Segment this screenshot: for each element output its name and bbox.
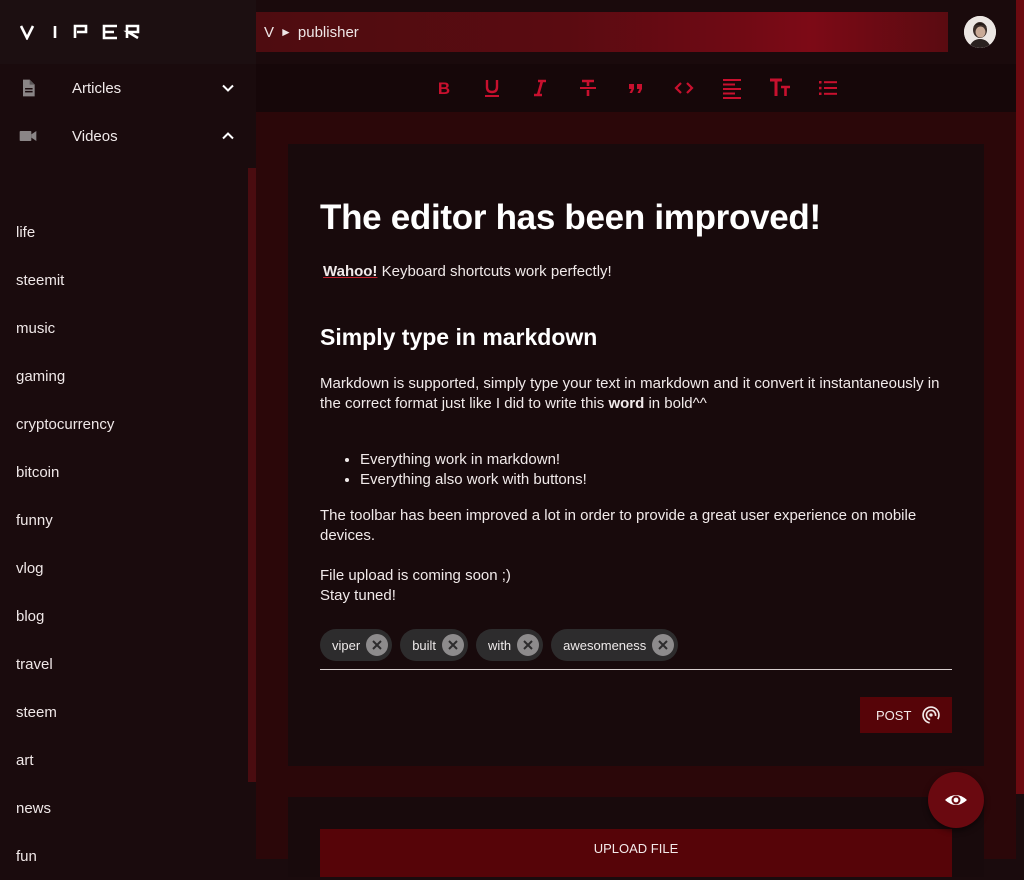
underline-button[interactable] — [480, 76, 504, 100]
sidebar-section-label: Articles — [72, 79, 122, 97]
editor-heading: Simply type in markdown — [320, 324, 598, 350]
editor-bullet-list: Everything work in markdown! Everything … — [320, 450, 587, 490]
text-size-icon — [770, 78, 790, 96]
svg-text:B: B — [438, 79, 450, 98]
code-icon — [674, 82, 694, 94]
list-icon — [819, 81, 837, 95]
paragraph-bold-word: word — [608, 395, 645, 412]
brand-logo — [20, 24, 140, 40]
upload-card: UPLOAD FILE — [288, 797, 984, 877]
format-toolbar: B — [256, 64, 1016, 112]
editor-paragraph: Markdown is supported, simply type your … — [320, 374, 952, 414]
sidebar-tag-item[interactable]: gaming — [0, 352, 248, 400]
underline-icon — [485, 80, 499, 97]
align-left-icon — [723, 79, 741, 99]
tag-input[interactable]: viper built with awesomeness — [320, 629, 952, 670]
remove-tag-icon[interactable] — [442, 634, 465, 656]
remove-tag-icon[interactable] — [652, 634, 675, 656]
bullet-item: Everything work in markdown! — [360, 450, 587, 470]
sidebar-tag-item[interactable]: cryptocurrency — [0, 400, 248, 448]
intro-bold-text: Wahoo! — [323, 263, 378, 280]
sidebar-section-label: Videos — [72, 127, 118, 145]
italic-icon — [534, 79, 546, 97]
tag-chip-label: with — [488, 637, 512, 653]
videocam-icon — [19, 131, 37, 141]
remove-tag-icon[interactable] — [517, 634, 540, 656]
sidebar-tag-item[interactable]: music — [0, 304, 248, 352]
sidebar-tag-item[interactable]: steem — [0, 688, 248, 736]
code-button[interactable] — [672, 76, 696, 100]
breadcrumb: V ► publisher — [256, 12, 948, 52]
upload-file-button[interactable]: UPLOAD FILE — [320, 829, 952, 877]
sidebar: Articles Videos life steemit music gamin… — [0, 64, 256, 865]
top-bar: V ► publisher — [256, 0, 1024, 64]
sidebar-tag-item[interactable]: bitcoin — [0, 448, 248, 496]
sidebar-tag-list: life steemit music gaming cryptocurrency… — [0, 208, 248, 880]
user-avatar-icon — [964, 16, 996, 48]
post-button[interactable]: POST — [860, 697, 952, 733]
sidebar-tag-item[interactable]: travel — [0, 640, 248, 688]
editor-paragraph: File upload is coming soon ;) — [320, 567, 511, 584]
bullet-item: Everything also work with buttons! — [360, 470, 587, 490]
breadcrumb-separator: ► — [280, 25, 292, 39]
breadcrumb-current: publisher — [297, 23, 359, 41]
strikethrough-button[interactable] — [576, 76, 600, 100]
bold-icon: B — [438, 79, 450, 98]
sidebar-tag-item[interactable]: art — [0, 736, 248, 784]
avatar[interactable] — [964, 16, 996, 48]
post-button-label: POST — [876, 707, 912, 723]
breadcrumb-root[interactable]: V — [264, 24, 274, 41]
sidebar-section-articles[interactable]: Articles — [0, 64, 256, 112]
tag-chip[interactable]: with — [476, 629, 544, 661]
sidebar-tag-item[interactable]: vlog — [0, 544, 248, 592]
sidebar-tag-item[interactable]: steemit — [0, 256, 248, 304]
editor-paragraph: The toolbar has been improved a lot in o… — [320, 507, 917, 544]
viper-logo-icon — [20, 24, 140, 40]
main-content: The editor has been improved! Wahoo! Key… — [256, 112, 1016, 877]
remove-tag-icon[interactable] — [366, 634, 389, 656]
preview-button[interactable] — [928, 772, 984, 828]
quote-icon — [629, 84, 642, 93]
brand[interactable] — [0, 0, 256, 64]
tag-chip[interactable]: awesomeness — [551, 629, 679, 661]
intro-text: Keyboard shortcuts work perfectly! — [377, 263, 612, 280]
sidebar-scrollbar[interactable] — [248, 168, 256, 782]
eye-icon — [945, 795, 967, 805]
bold-button[interactable]: B — [432, 76, 456, 100]
sidebar-tag-item[interactable]: fun — [0, 832, 248, 880]
chevron-up-icon[interactable] — [220, 128, 236, 144]
editor-card: The editor has been improved! Wahoo! Key… — [288, 144, 984, 766]
list-button[interactable] — [816, 76, 840, 100]
italic-button[interactable] — [528, 76, 552, 100]
editor-title: The editor has been improved! — [320, 198, 821, 237]
sidebar-tag-item[interactable]: news — [0, 784, 248, 832]
text-size-button[interactable] — [768, 76, 792, 100]
sidebar-tag-item[interactable]: blog — [0, 592, 248, 640]
editor-intro: Wahoo! Keyboard shortcuts work perfectly… — [323, 262, 612, 282]
podcast-icon — [922, 706, 941, 724]
page-scrollbar[interactable] — [1016, 0, 1024, 794]
tag-chip-label: awesomeness — [563, 637, 647, 653]
sidebar-tag-item[interactable]: funny — [0, 496, 248, 544]
editor-paragraph: Stay tuned! — [320, 587, 396, 604]
quote-button[interactable] — [624, 76, 648, 100]
sidebar-section-videos[interactable]: Videos — [0, 112, 256, 160]
align-left-button[interactable] — [720, 76, 744, 100]
sidebar-tag-item[interactable]: life — [0, 208, 248, 256]
strikethrough-icon — [580, 79, 596, 96]
tag-chip[interactable]: viper — [320, 629, 393, 661]
chevron-down-icon[interactable] — [220, 80, 236, 96]
tag-chip[interactable]: built — [400, 629, 469, 661]
tag-chip-label: viper — [332, 637, 361, 653]
tag-chip-label: built — [412, 637, 437, 653]
document-icon — [23, 79, 35, 97]
paragraph-text: in bold^^ — [644, 395, 707, 412]
